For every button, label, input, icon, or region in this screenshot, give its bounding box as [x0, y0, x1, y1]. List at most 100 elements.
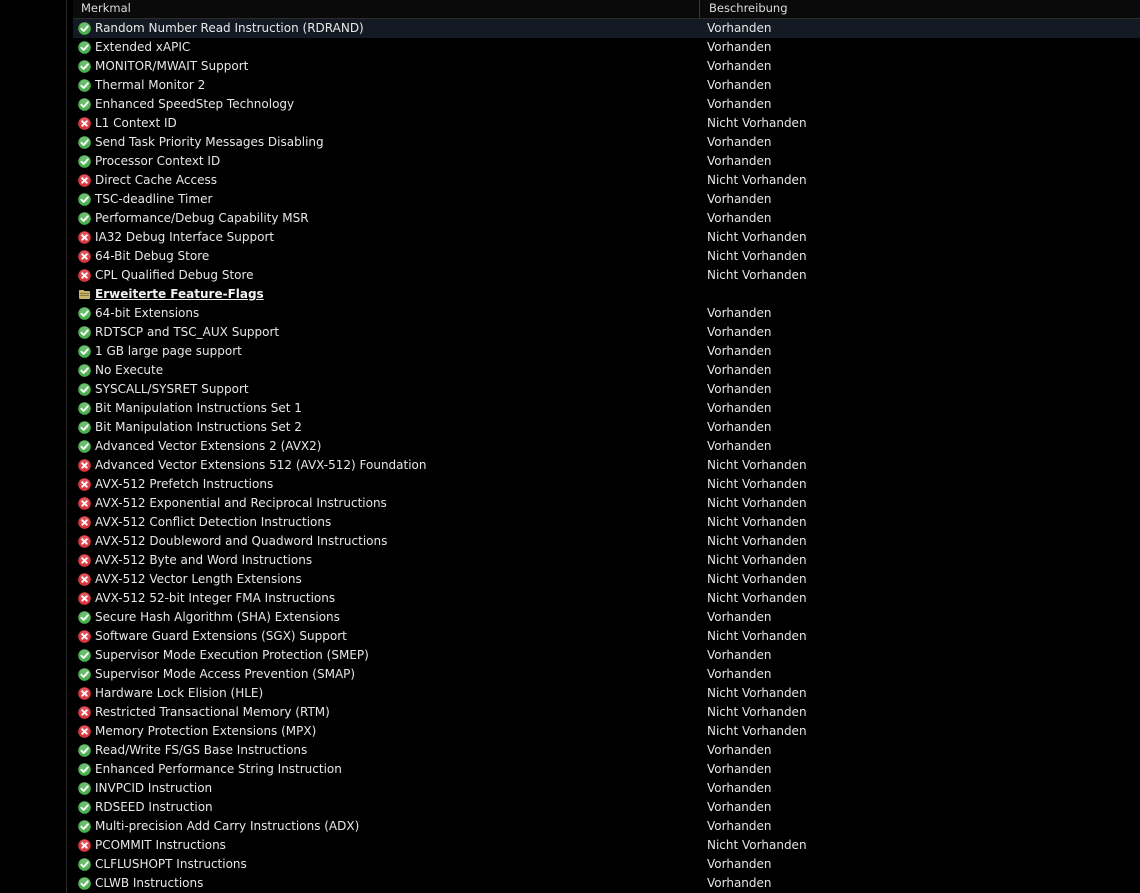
table-row[interactable]: Processor Context ID Vorhanden	[73, 152, 1140, 171]
table-row[interactable]: CPL Qualified Debug Store Nicht Vorhanden	[73, 266, 1140, 285]
feature-label: AVX-512 Byte and Word Instructions	[95, 553, 313, 567]
description-cell: Nicht Vorhanden	[707, 496, 807, 510]
feature-cell: Send Task Priority Messages Disabling	[73, 133, 700, 152]
table-row[interactable]: L1 Context ID Nicht Vorhanden	[73, 114, 1140, 133]
table-row[interactable]: Extended xAPIC Vorhanden	[73, 38, 1140, 57]
table-row[interactable]: Bit Manipulation Instructions Set 2 Vorha…	[73, 418, 1140, 437]
table-row[interactable]: Software Guard Extensions (SGX) Support N…	[73, 627, 1140, 646]
check-icon	[78, 193, 91, 206]
table-row[interactable]: Bit Manipulation Instructions Set 1 Vorha…	[73, 399, 1140, 418]
feature-label: AVX-512 Vector Length Extensions	[95, 572, 302, 586]
table-row[interactable]: CLFLUSHOPT Instructions Vorhanden	[73, 855, 1140, 874]
feature-cell: AVX-512 Conflict Detection Instructions	[73, 513, 700, 532]
feature-label: Processor Context ID	[95, 154, 221, 168]
table-row[interactable]: Send Task Priority Messages Disabling Vor…	[73, 133, 1140, 152]
table-row[interactable]: Hardware Lock Elision (HLE) Nicht Vorhand…	[73, 684, 1140, 703]
feature-label: AVX-512 Conflict Detection Instructions	[95, 515, 332, 529]
feature-cell: CLWB Instructions	[73, 874, 700, 893]
description-cell: Nicht Vorhanden	[707, 553, 807, 567]
table-row[interactable]: AVX-512 Byte and Word Instructions Nicht …	[73, 551, 1140, 570]
table-row[interactable]: No Execute Vorhanden	[73, 361, 1140, 380]
table-row[interactable]: AVX-512 Conflict Detection Instructions N…	[73, 513, 1140, 532]
table-row[interactable]: MONITOR/MWAIT Support Vorhanden	[73, 57, 1140, 76]
description-cell: Nicht Vorhanden	[707, 173, 807, 187]
feature-label: Read/Write FS/GS Base Instructions	[95, 743, 308, 757]
feature-label: Software Guard Extensions (SGX) Support	[95, 629, 347, 643]
column-header-feature[interactable]: Merkmal	[73, 0, 700, 18]
check-icon	[78, 98, 91, 111]
table-row[interactable]: Supervisor Mode Execution Protection (SM…	[73, 646, 1140, 665]
cross-icon	[78, 839, 91, 852]
feature-cell: Direct Cache Access	[73, 171, 700, 190]
description-cell: Nicht Vorhanden	[707, 268, 807, 282]
table-row[interactable]: RDTSCP and TSC_AUX Support Vorhanden	[73, 323, 1140, 342]
description-cell: Vorhanden	[707, 192, 772, 206]
table-row[interactable]: Multi-precision Add Carry Instructions (…	[73, 817, 1140, 836]
feature-cell: TSC-deadline Timer	[73, 190, 700, 209]
table-row[interactable]: Direct Cache Access Nicht Vorhanden	[73, 171, 1140, 190]
table-row[interactable]: TSC-deadline Timer Vorhanden	[73, 190, 1140, 209]
description-cell: Vorhanden	[707, 800, 772, 814]
feature-label: Hardware Lock Elision (HLE)	[95, 686, 264, 700]
cross-icon	[78, 231, 91, 244]
feature-label: AVX-512 Doubleword and Quadword Instruct…	[95, 534, 388, 548]
feature-label: Bit Manipulation Instructions Set 1	[95, 401, 302, 415]
description-cell: Vorhanden	[707, 40, 772, 54]
table-row[interactable]: Random Number Read Instruction (RDRAND) V…	[73, 19, 1140, 38]
description-cell: Nicht Vorhanden	[707, 724, 807, 738]
table-row[interactable]: Thermal Monitor 2 Vorhanden	[73, 76, 1140, 95]
feature-label: L1 Context ID	[95, 116, 177, 130]
feature-cell: 64-bit Extensions	[73, 304, 700, 323]
section-row[interactable]: Erweiterte Feature-Flags	[73, 285, 1140, 304]
cross-icon	[78, 554, 91, 567]
table-row[interactable]: Advanced Vector Extensions 2 (AVX2) Vorha…	[73, 437, 1140, 456]
feature-cell: Secure Hash Algorithm (SHA) Extensions	[73, 608, 700, 627]
feature-label: 64-Bit Debug Store	[95, 249, 210, 263]
description-cell: Vorhanden	[707, 876, 772, 890]
feature-cell: Bit Manipulation Instructions Set 1	[73, 399, 700, 418]
category-icon	[78, 288, 91, 301]
table-row[interactable]: Restricted Transactional Memory (RTM) Nic…	[73, 703, 1140, 722]
table-row[interactable]: Enhanced SpeedStep Technology Vorhanden	[73, 95, 1140, 114]
table-row[interactable]: 64-bit Extensions Vorhanden	[73, 304, 1140, 323]
description-cell: Vorhanden	[707, 610, 772, 624]
table-row[interactable]: CLWB Instructions Vorhanden	[73, 874, 1140, 893]
feature-label: SYSCALL/SYSRET Support	[95, 382, 249, 396]
description-cell: Vorhanden	[707, 97, 772, 111]
description-cell: Vorhanden	[707, 420, 772, 434]
feature-cell: Random Number Read Instruction (RDRAND)	[73, 19, 700, 38]
table-row[interactable]: AVX-512 Prefetch Instructions Nicht Vorha…	[73, 475, 1140, 494]
description-cell: Nicht Vorhanden	[707, 591, 807, 605]
description-cell: Nicht Vorhanden	[707, 705, 807, 719]
feature-cell: INVPCID Instruction	[73, 779, 700, 798]
table-row[interactable]: IA32 Debug Interface Support Nicht Vorhan…	[73, 228, 1140, 247]
feature-cell: 64-Bit Debug Store	[73, 247, 700, 266]
table-row[interactable]: Supervisor Mode Access Prevention (SMAP)…	[73, 665, 1140, 684]
check-icon	[78, 402, 91, 415]
cross-icon	[78, 725, 91, 738]
table-row[interactable]: Performance/Debug Capability MSR Vorhande…	[73, 209, 1140, 228]
table-row[interactable]: Secure Hash Algorithm (SHA) Extensions Vo…	[73, 608, 1140, 627]
check-icon	[78, 668, 91, 681]
feature-label: Performance/Debug Capability MSR	[95, 211, 309, 225]
description-cell: Nicht Vorhanden	[707, 629, 807, 643]
table-row[interactable]: 64-Bit Debug Store Nicht Vorhanden	[73, 247, 1140, 266]
table-row[interactable]: 1 GB large page support Vorhanden	[73, 342, 1140, 361]
column-header-description[interactable]: Beschreibung	[700, 0, 1140, 18]
table-row[interactable]: AVX-512 Vector Length Extensions Nicht Vo…	[73, 570, 1140, 589]
table-row[interactable]: RDSEED Instruction Vorhanden	[73, 798, 1140, 817]
feature-label: AVX-512 52-bit Integer FMA Instructions	[95, 591, 336, 605]
table-row[interactable]: Read/Write FS/GS Base Instructions Vorhan…	[73, 741, 1140, 760]
feature-label: Bit Manipulation Instructions Set 2	[95, 420, 302, 434]
table-row[interactable]: AVX-512 Doubleword and Quadword Instruct…	[73, 532, 1140, 551]
table-row[interactable]: Memory Protection Extensions (MPX) Nicht …	[73, 722, 1140, 741]
cross-icon	[78, 706, 91, 719]
table-row[interactable]: PCOMMIT Instructions Nicht Vorhanden	[73, 836, 1140, 855]
table-row[interactable]: AVX-512 Exponential and Reciprocal Instr…	[73, 494, 1140, 513]
table-row[interactable]: Advanced Vector Extensions 512 (AVX-512)…	[73, 456, 1140, 475]
table-row[interactable]: SYSCALL/SYSRET Support Vorhanden	[73, 380, 1140, 399]
table-row[interactable]: Enhanced Performance String Instruction V…	[73, 760, 1140, 779]
table-row[interactable]: INVPCID Instruction Vorhanden	[73, 779, 1140, 798]
feature-cell: Restricted Transactional Memory (RTM)	[73, 703, 700, 722]
table-row[interactable]: AVX-512 52-bit Integer FMA Instructions N…	[73, 589, 1140, 608]
